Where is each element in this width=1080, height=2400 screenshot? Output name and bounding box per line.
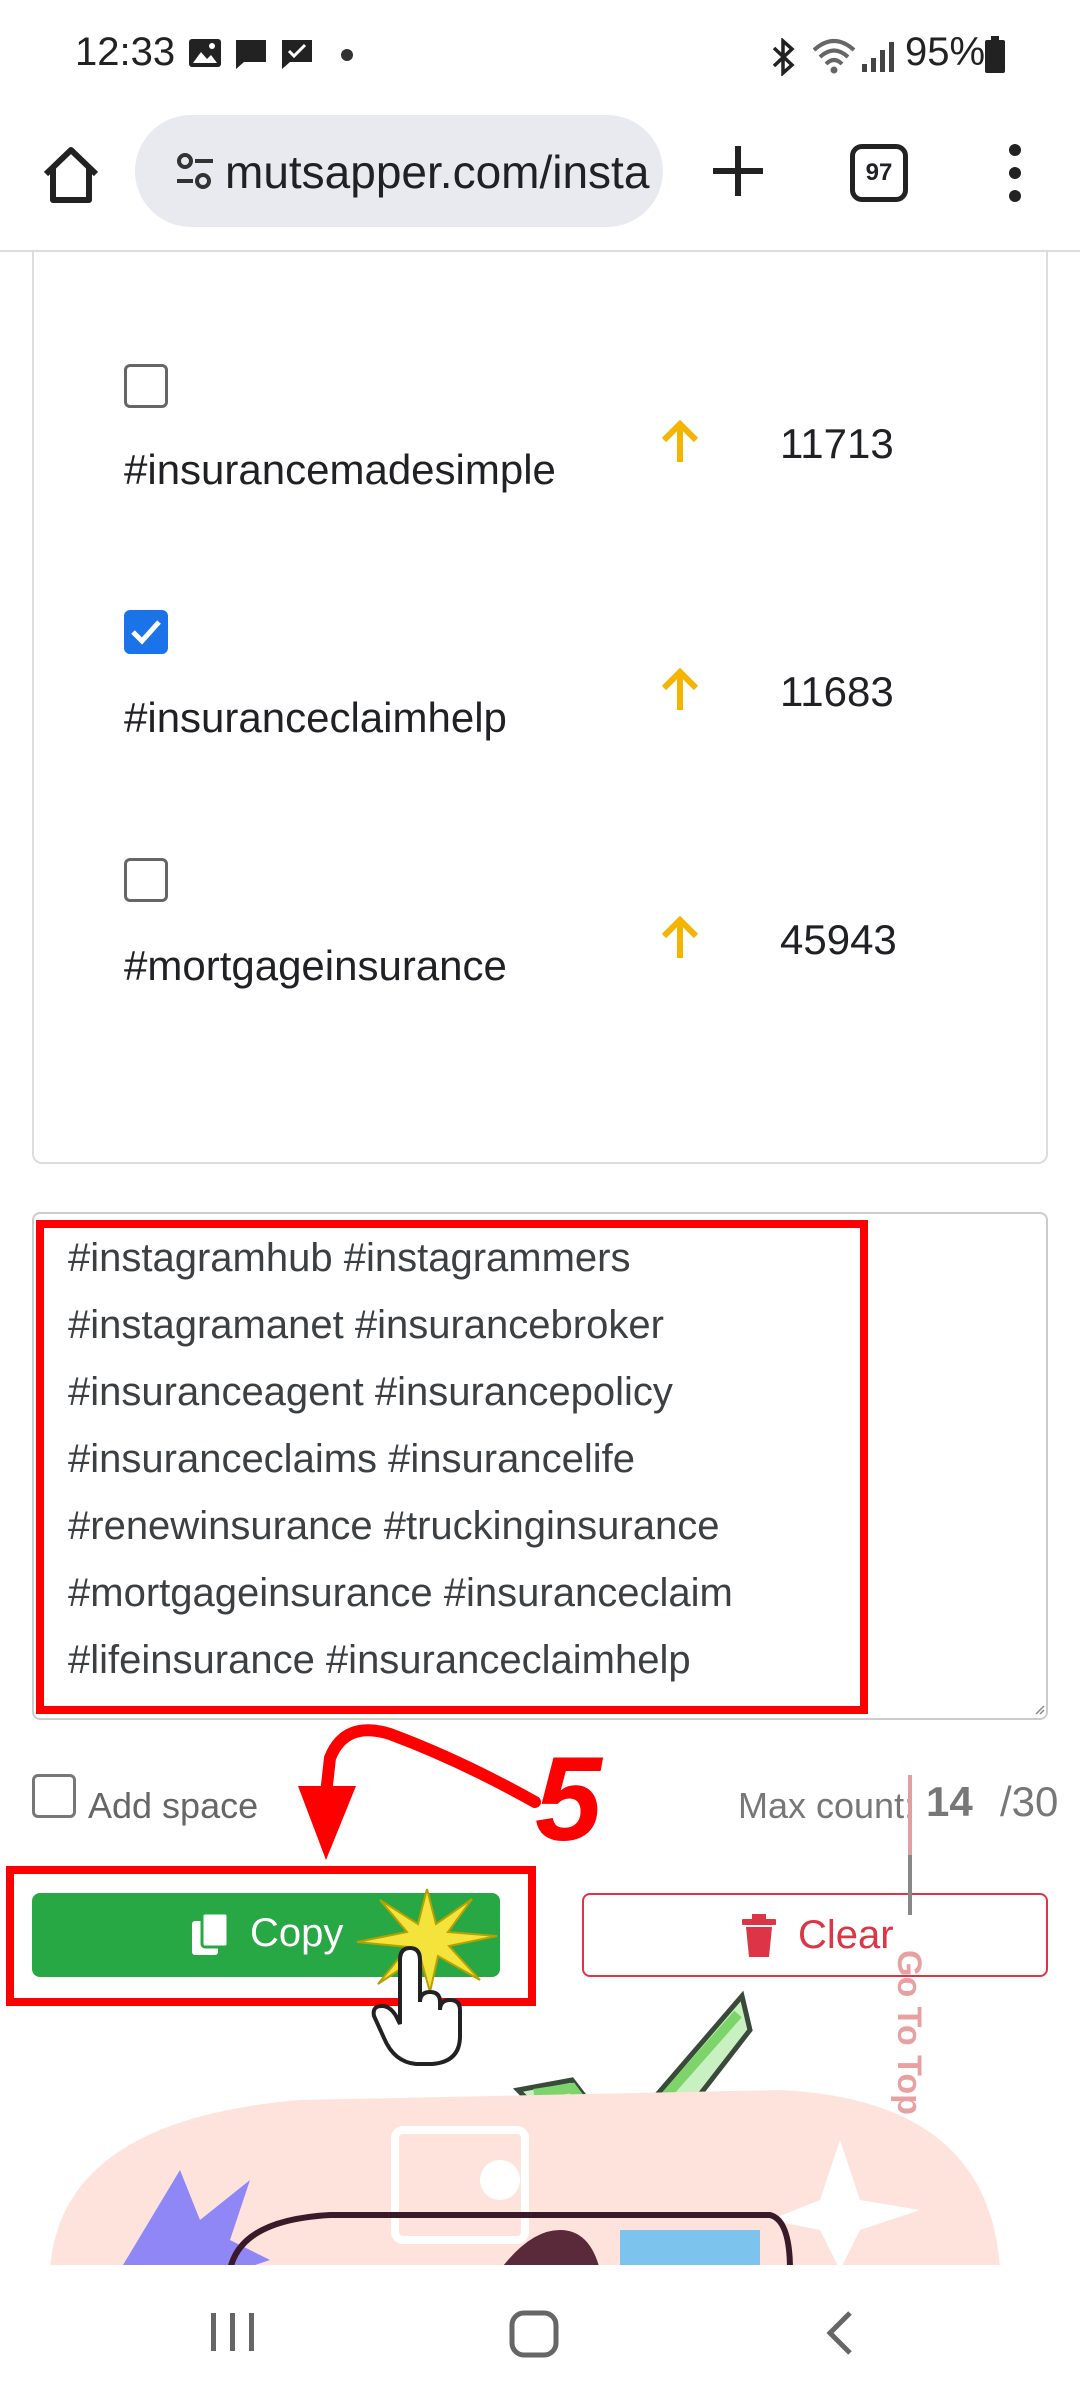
add-space-checkbox[interactable] <box>32 1774 76 1818</box>
site-settings-icon[interactable] <box>175 151 215 191</box>
arrow-up-icon <box>661 419 699 462</box>
url-bar[interactable]: mutsapper.com/insta <box>135 115 663 227</box>
new-tab-button[interactable] <box>705 138 771 204</box>
hashtag-count: 45943 <box>780 916 897 963</box>
message-icon <box>236 40 266 69</box>
hashtag-checkbox[interactable] <box>124 364 168 408</box>
home-button[interactable] <box>38 142 104 208</box>
dot-icon <box>341 49 353 61</box>
hashtag-label: #insurancemadesimple <box>124 446 556 493</box>
home-nav-icon[interactable] <box>508 2309 560 2359</box>
chat-check-icon <box>282 40 312 69</box>
annotation-arrow-icon <box>298 1724 541 1860</box>
hashtag-checkbox-checked[interactable] <box>124 610 168 654</box>
resize-handle-icon[interactable] <box>1034 1704 1046 1716</box>
annotation-step-number: 5 <box>535 1732 602 1866</box>
hashtag-label: #mortgageinsurance <box>124 942 507 989</box>
max-count-value: 14 <box>926 1778 973 1825</box>
status-bar: 12:33 95% <box>0 0 1080 110</box>
system-nav-bar <box>0 2265 1080 2400</box>
url-text: mutsapper.com/insta <box>225 146 650 198</box>
hashtag-label: #insuranceclaimhelp <box>124 694 507 741</box>
checkmark-icon <box>131 620 161 645</box>
max-count-label: Max count: <box>738 1785 915 1826</box>
arrow-up-icon <box>661 915 699 958</box>
recent-apps-icon[interactable] <box>205 2309 261 2355</box>
wifi-icon <box>812 39 856 74</box>
annotation-highlight-box <box>36 1220 868 1714</box>
status-time: 12:33 <box>75 30 176 74</box>
hashtag-checkbox[interactable] <box>124 858 168 902</box>
battery-icon <box>985 36 1005 73</box>
hashtag-count: 11713 <box>780 420 894 467</box>
hashtag-count: 11683 <box>780 668 894 715</box>
max-count-limit: /30 <box>1000 1778 1059 1825</box>
trash-icon <box>742 1914 776 1957</box>
signal-icon <box>862 42 894 72</box>
bluetooth-icon <box>772 38 795 76</box>
battery-percent: 95% <box>905 30 986 74</box>
hand-cursor-icon <box>371 1945 462 2066</box>
back-icon[interactable] <box>820 2309 860 2357</box>
clear-button[interactable]: Clear <box>582 1893 1048 1977</box>
more-menu-button[interactable] <box>1000 140 1030 206</box>
arrow-up-icon <box>661 667 699 710</box>
add-space-label: Add space <box>88 1785 259 1826</box>
go-to-top-line <box>908 1855 912 1915</box>
promo-illustration <box>50 2090 1000 2270</box>
image-icon <box>189 39 221 67</box>
tab-switcher-button[interactable]: 97 <box>850 144 908 202</box>
